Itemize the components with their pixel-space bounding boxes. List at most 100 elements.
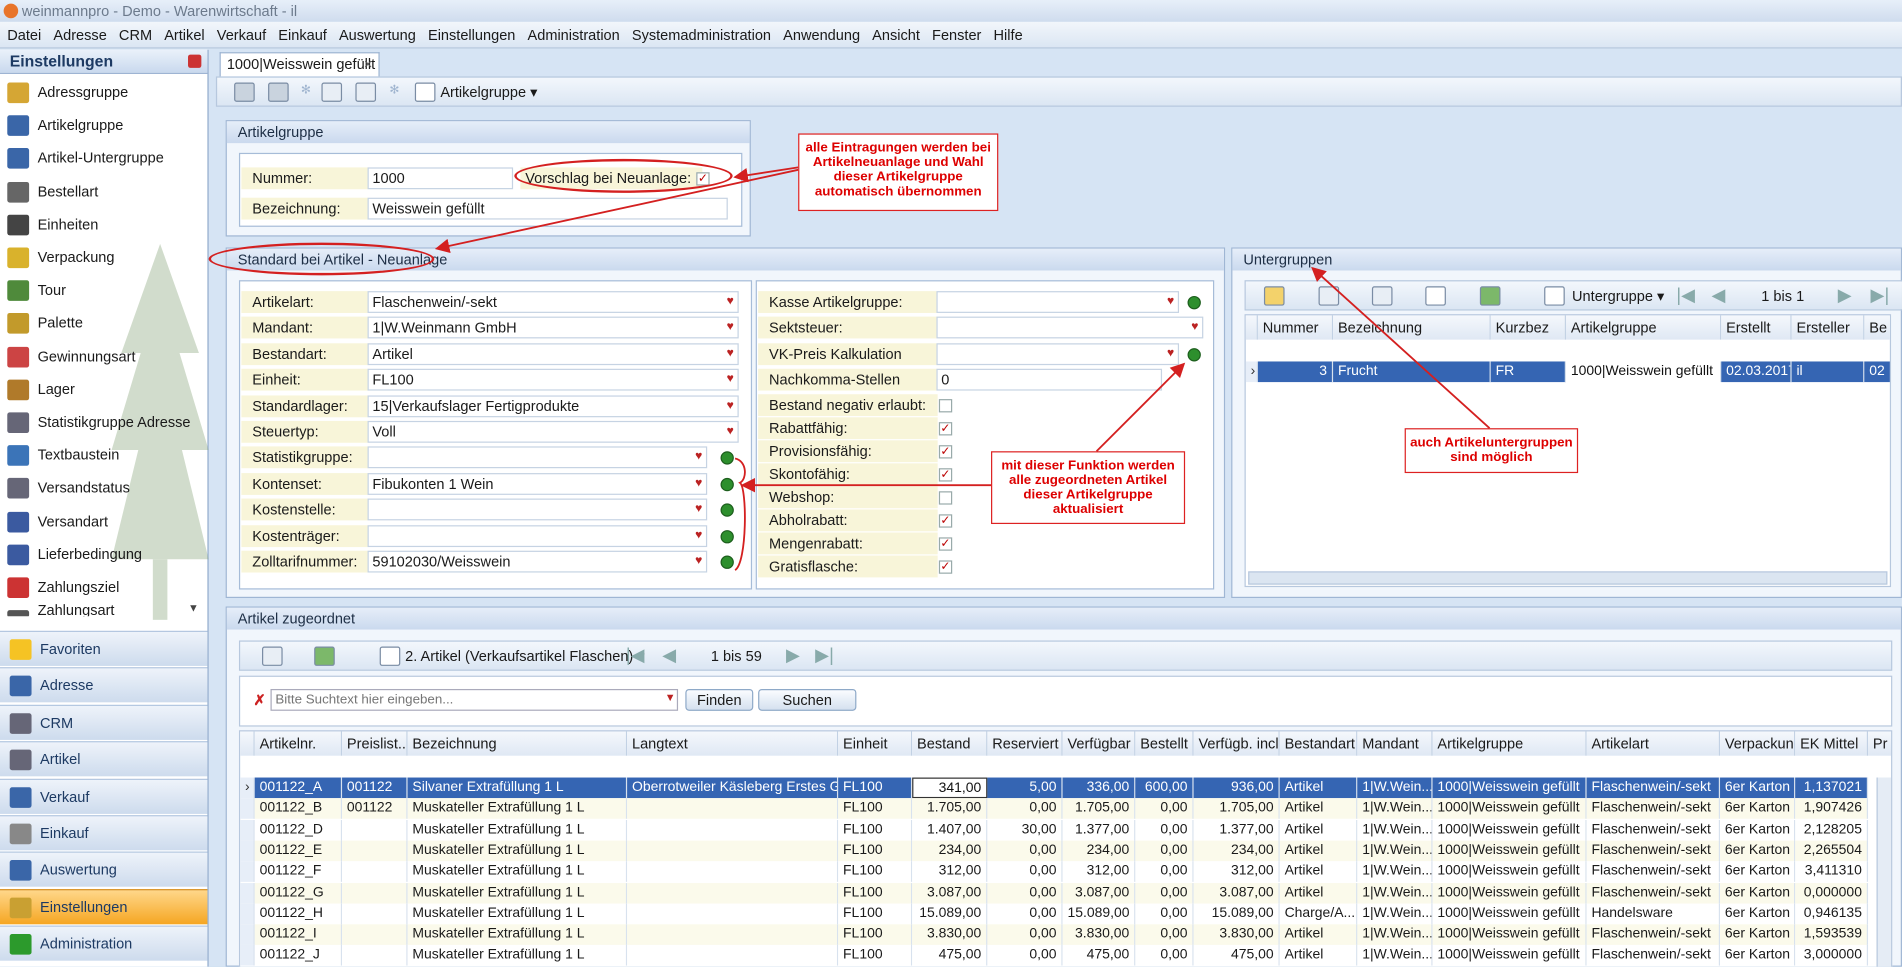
untergruppe-menu[interactable]: Untergruppe ▾ — [1572, 287, 1664, 304]
column-header[interactable]: Verfügb. incl... — [1193, 731, 1280, 756]
sidebar-item-lager[interactable]: Lager — [0, 373, 206, 406]
menu-ansicht[interactable]: Ansicht — [865, 22, 925, 49]
copy-icon[interactable] — [1425, 286, 1446, 306]
export-icon[interactable] — [314, 646, 335, 666]
first-page-icon[interactable]: |◀ — [1676, 284, 1695, 306]
column-header[interactable]: Artikelgruppe — [1432, 731, 1587, 756]
search-dropdown-icon[interactable]: ▼ — [665, 691, 676, 703]
dropdown-icon[interactable]: ♥ — [727, 396, 734, 415]
column-header[interactable]: Bestand — [912, 731, 988, 756]
table-row[interactable]: 001122_J Muskateller Extrafüllung 1 L FL10… — [240, 945, 1891, 967]
sidebar-item-versandart[interactable]: Versandart — [0, 505, 206, 538]
preview-icon[interactable] — [321, 82, 343, 102]
column-header[interactable]: Artikelgruppe — [1565, 315, 1722, 340]
sidebar-item-bestellart[interactable]: Bestellart — [0, 175, 206, 208]
table-row[interactable]: 001122_H Muskateller Extrafüllung 1 L FL10… — [240, 903, 1891, 925]
field-value[interactable]: 15|Verkaufslager Fertigprodukte ♥ — [367, 394, 739, 417]
menu-verkauf[interactable]: Verkauf — [210, 22, 272, 49]
table-row[interactable]: 001122_B 001122 Muskateller Extrafüllung 1… — [240, 798, 1891, 820]
sidebar-item-gewinnungsart[interactable]: Gewinnungsart — [0, 340, 206, 373]
column-header[interactable]: Bestandart — [1279, 731, 1358, 756]
search-button[interactable]: Suchen — [758, 688, 857, 711]
update-articles-icon[interactable] — [720, 555, 734, 569]
column-header[interactable]: Artikelnr. — [254, 731, 343, 756]
dropdown-icon[interactable]: ♥ — [695, 448, 702, 467]
update-articles-icon[interactable] — [720, 503, 734, 517]
bezeichnung-field[interactable]: Weisswein gefüllt — [367, 197, 728, 220]
column-header[interactable]: Erstellt — [1721, 315, 1792, 340]
field-value[interactable]: Voll ♥ — [367, 420, 739, 443]
nav-verkauf[interactable]: Verkauf — [0, 778, 208, 814]
sidebar-item-einheiten[interactable]: Einheiten — [0, 208, 206, 241]
grid-icon[interactable] — [414, 82, 436, 102]
column-header[interactable]: Ersteller — [1791, 315, 1865, 340]
menu-systemadministration[interactable]: Systemadministration — [625, 22, 776, 49]
nav-auswertung[interactable]: Auswertung — [0, 851, 208, 888]
column-header[interactable]: Bestellt — [1135, 731, 1194, 756]
sidebar-item-statistikgruppe-adresse[interactable]: Statistikgruppe Adresse — [0, 406, 206, 439]
column-header[interactable]: Preislist... — [342, 731, 408, 756]
menu-crm[interactable]: CRM — [112, 22, 157, 49]
menu-hilfe[interactable]: Hilfe — [986, 22, 1027, 49]
update-articles-icon[interactable] — [720, 529, 734, 543]
table-row[interactable]: 001122_F Muskateller Extrafüllung 1 L FL10… — [240, 861, 1891, 883]
update-articles-icon[interactable] — [1187, 295, 1201, 310]
dropdown-icon[interactable]: ♥ — [1167, 292, 1174, 311]
next-page-icon[interactable]: ▶ — [1838, 284, 1852, 306]
nav-administration[interactable]: Administration — [0, 925, 208, 961]
field-value[interactable]: ♥ — [936, 317, 1204, 339]
checkbox[interactable]: ✓ — [938, 468, 953, 482]
field-value[interactable]: FL100 ♥ — [367, 368, 739, 391]
field-value[interactable]: ♥ — [367, 498, 708, 521]
column-header[interactable]: Langtext — [627, 731, 839, 756]
scroll-down-icon[interactable]: ▼ — [188, 602, 199, 614]
column-header[interactable]: Verfügbar — [1062, 731, 1136, 756]
update-articles-icon[interactable] — [1187, 347, 1201, 362]
menu-artikel[interactable]: Artikel — [157, 22, 210, 49]
pin-icon[interactable] — [188, 54, 202, 68]
column-header[interactable]: Einheit — [838, 731, 913, 756]
nav-favoriten[interactable]: Favoriten — [0, 630, 208, 666]
checkbox[interactable]: ✓ — [938, 560, 953, 574]
last-page-icon[interactable]: ▶| — [1870, 284, 1889, 306]
table-row[interactable]: 001122_G Muskateller Extrafüllung 1 L FL10… — [240, 882, 1891, 904]
next-page-icon[interactable]: ▶ — [786, 644, 800, 666]
prev-page-icon[interactable]: ◀ — [1712, 284, 1726, 306]
dropdown-icon[interactable]: ♥ — [727, 344, 734, 363]
horizontal-scrollbar[interactable] — [1248, 571, 1888, 585]
vertical-scrollbar[interactable] — [1876, 777, 1892, 967]
menu-adresse[interactable]: Adresse — [46, 22, 112, 49]
checkbox[interactable] — [938, 399, 953, 413]
field-value[interactable]: ♥ — [936, 343, 1180, 365]
prev-page-icon[interactable]: ◀ — [662, 644, 676, 666]
nav-crm[interactable]: CRM — [0, 704, 208, 740]
field-value[interactable]: Fibukonten 1 Wein ♥ — [367, 472, 708, 495]
close-tab-icon[interactable]: × — [364, 53, 373, 76]
checkbox[interactable]: ✓ — [938, 537, 953, 551]
first-page-icon[interactable]: |◀ — [626, 644, 645, 666]
column-header[interactable]: Pr — [1868, 731, 1892, 756]
menu-administration[interactable]: Administration — [520, 22, 624, 49]
field-value[interactable]: ♥ — [367, 524, 708, 547]
find-button[interactable]: Finden — [685, 688, 754, 711]
nav-artikel[interactable]: Artikel — [0, 741, 208, 777]
sidebar-item-tour[interactable]: Tour — [0, 274, 206, 307]
column-header[interactable]: Bezeichnung — [407, 731, 628, 756]
nav-adresse[interactable]: Adresse — [0, 667, 208, 703]
dropdown-icon[interactable]: ♥ — [695, 500, 702, 519]
menu-fenster[interactable]: Fenster — [925, 22, 986, 49]
nav-einkauf[interactable]: Einkauf — [0, 815, 208, 851]
column-header[interactable]: Nummer — [1257, 315, 1334, 340]
table-row[interactable]: › 001122_A 001122 Silvaner Extrafüllung 1 L… — [240, 777, 1891, 799]
checkbox[interactable]: ✓ — [938, 514, 953, 528]
column-header[interactable]: EK Mittel — [1795, 731, 1869, 756]
sidebar-item-verpackung[interactable]: Verpackung — [0, 241, 206, 274]
sidebar-item-lieferbedingung[interactable]: Lieferbedingung — [0, 538, 206, 571]
field-value[interactable]: ♥ — [936, 291, 1180, 313]
table-row[interactable]: › 3 Frucht FR 1000|Weisswein gefüllt 02.03.20… — [1245, 361, 1890, 383]
menu-anwendung[interactable]: Anwendung — [776, 22, 865, 49]
menu-datei[interactable]: Datei — [0, 22, 46, 49]
menu-einstellungen[interactable]: Einstellungen — [421, 22, 521, 49]
sidebar-item-zahlungsziel[interactable]: Zahlungsziel — [0, 571, 206, 604]
dropdown-icon[interactable]: ♥ — [727, 318, 734, 337]
